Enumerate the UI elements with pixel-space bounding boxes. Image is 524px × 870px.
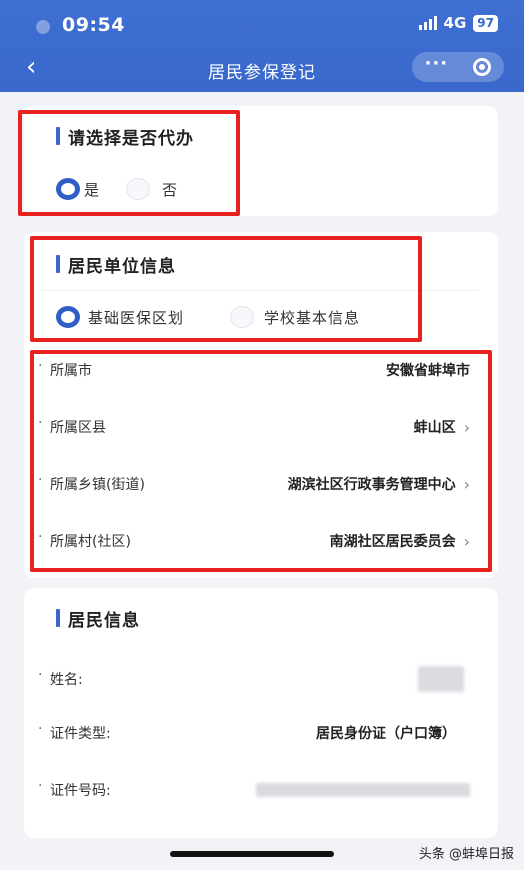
- mini-program-capsule[interactable]: ···: [412, 52, 504, 82]
- redacted-id-number: [256, 783, 470, 797]
- row-label: 证件号码:: [38, 778, 111, 800]
- row-id-number[interactable]: 证件号码:: [38, 778, 470, 800]
- highlight-box-unit: [30, 236, 422, 342]
- row-label: 姓名:: [38, 667, 83, 689]
- battery-icon: 97: [473, 14, 498, 32]
- watermark: 头条 @蚌埠日报: [418, 847, 514, 862]
- row-value: 居民身份证（户口簿）: [316, 726, 456, 742]
- row-label: 证件类型:: [38, 721, 111, 743]
- status-time: 09:54: [62, 14, 125, 36]
- redacted-name: [418, 666, 464, 692]
- target-icon[interactable]: [473, 58, 492, 76]
- row-id-type[interactable]: 证件类型: 居民身份证（户口簿）: [38, 721, 470, 743]
- status-indicator-icon: [36, 20, 50, 34]
- more-icon[interactable]: ···: [425, 55, 449, 73]
- highlight-box-region: [30, 350, 492, 572]
- row-name: 姓名:: [38, 666, 470, 692]
- signal-icon: [418, 16, 437, 30]
- home-indicator: [170, 851, 334, 857]
- status-icons: 4G 97: [418, 14, 498, 32]
- top-bar: 09:54 4G 97 ‹ 居民参保登记 ···: [0, 0, 524, 92]
- highlight-box-proxy: [18, 110, 240, 216]
- resident-section-title: 居民信息: [56, 606, 140, 631]
- network-type: 4G: [443, 14, 467, 32]
